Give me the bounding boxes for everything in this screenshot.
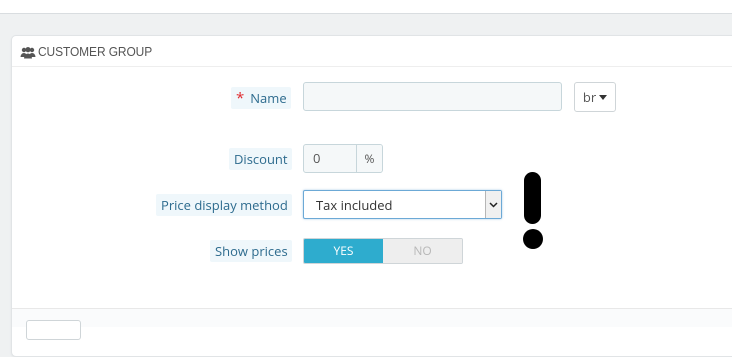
name-label: * Name (231, 87, 291, 109)
show-prices-toggle[interactable]: YES NO (303, 238, 463, 264)
discount-input-group: 0 % (303, 144, 383, 173)
name-input[interactable] (303, 82, 562, 111)
language-dropdown-button[interactable]: br (574, 82, 616, 112)
panel-footer (12, 309, 732, 327)
exclamation-mark-dot (523, 229, 543, 249)
panel-title: CUSTOMER GROUP (38, 43, 153, 59)
discount-input[interactable]: 0 (304, 145, 356, 172)
chevron-down-icon (485, 191, 501, 218)
language-code: br (582, 88, 597, 106)
panel-heading: CUSTOMER GROUP (12, 36, 732, 67)
price-display-select[interactable]: Tax included (303, 190, 502, 219)
price-display-value: Tax included (316, 196, 393, 214)
required-mark: * (236, 88, 245, 108)
users-icon (20, 45, 36, 59)
name-label-text: Name (250, 89, 287, 107)
exclamation-mark-bar (524, 172, 541, 224)
show-prices-yes[interactable]: YES (304, 239, 383, 263)
price-display-label: Price display method (156, 194, 292, 216)
show-prices-label: Show prices (210, 240, 292, 262)
footer-button[interactable] (26, 320, 81, 340)
percent-addon: % (356, 145, 382, 172)
discount-label: Discount (229, 148, 292, 170)
top-bar (0, 0, 732, 14)
show-prices-no[interactable]: NO (383, 239, 462, 263)
caret-down-icon (599, 94, 608, 100)
